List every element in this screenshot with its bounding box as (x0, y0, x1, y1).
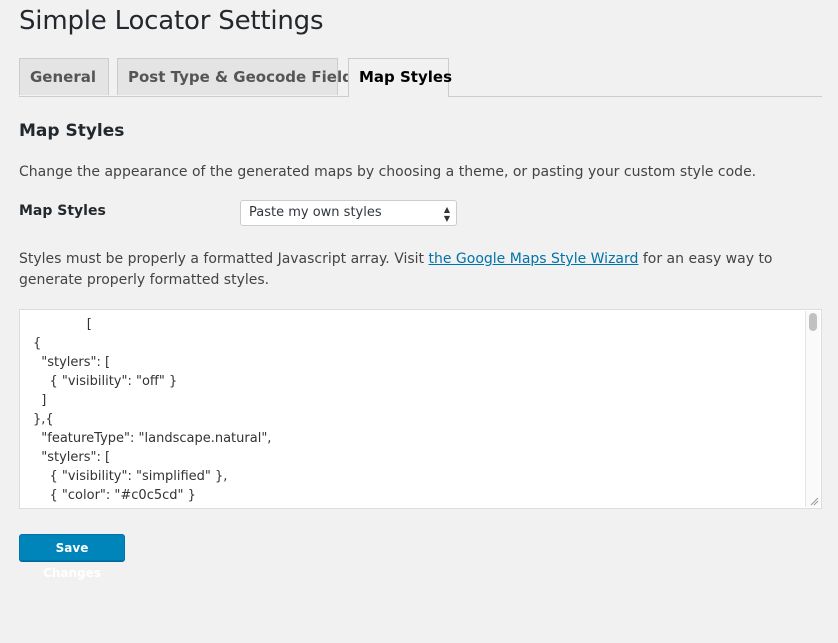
textarea-scrollbar-thumb[interactable] (809, 313, 817, 331)
settings-page: Simple Locator Settings General Post Typ… (0, 0, 838, 643)
save-changes-button[interactable]: Save Changes (19, 534, 125, 580)
map-styles-selected-value: Paste my own styles (249, 205, 382, 220)
styles-code-textarea[interactable]: [ { "stylers": [ { "visibility": "off" }… (19, 309, 822, 509)
section-description: Change the appearance of the generated m… (19, 164, 757, 180)
styles-help-text: Styles must be properly a formatted Java… (19, 249, 799, 291)
resize-handle-icon[interactable] (810, 497, 819, 506)
settings-tabs: General Post Type & Geocode Fields Map S… (19, 58, 822, 97)
tab-post-type-geocode-fields[interactable]: Post Type & Geocode Fields (117, 58, 362, 95)
textarea-scrollbar[interactable] (805, 311, 820, 507)
tab-map-styles[interactable]: Map Styles (348, 58, 452, 97)
map-styles-select[interactable]: Paste my own styles ▲ ▼ (240, 200, 457, 226)
google-maps-style-wizard-link[interactable]: the Google Maps Style Wizard (429, 251, 639, 267)
styles-code-content: [ { "stylers": [ { "visibility": "off" }… (33, 317, 272, 508)
help-text-before: Styles must be properly a formatted Java… (19, 251, 429, 267)
section-heading: Map Styles (19, 121, 125, 141)
page-title: Simple Locator Settings (19, 6, 324, 36)
map-styles-label: Map Styles (19, 203, 106, 219)
select-arrows-icon: ▲ ▼ (443, 205, 450, 223)
tab-general[interactable]: General (19, 58, 109, 95)
